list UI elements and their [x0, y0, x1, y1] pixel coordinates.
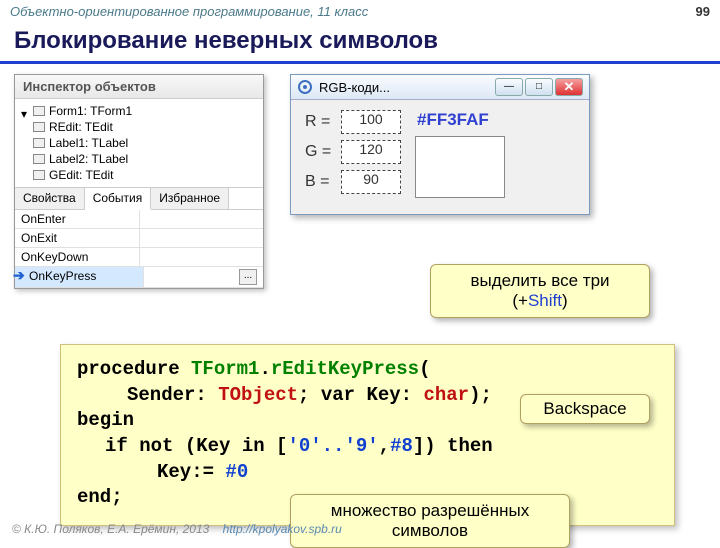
hex-label: #FF3FAF	[415, 110, 505, 130]
tree-item-label: Label2: TLabel	[49, 152, 128, 166]
tab-properties[interactable]: Свойства	[15, 188, 85, 209]
rgb-form-window: RGB-коди... — □ ✕ R = 100 G = 120 B = 90	[290, 74, 590, 215]
rgb-row-b: B = 90	[305, 170, 401, 194]
page-number: 99	[696, 4, 710, 19]
component-icon	[33, 122, 45, 132]
inspector-caption: Инспектор объектов	[15, 75, 263, 99]
r-input[interactable]: 100	[341, 110, 401, 134]
tree-item-label: GEdit: TEdit	[49, 168, 113, 182]
component-icon	[33, 170, 45, 180]
event-row[interactable]: OnEnter	[15, 210, 263, 229]
minimize-button[interactable]: —	[495, 78, 523, 96]
r-label: R =	[305, 113, 333, 131]
form-icon	[33, 106, 45, 116]
component-icon	[33, 138, 45, 148]
tree-item[interactable]: Label1: TLabel	[15, 135, 263, 151]
close-button[interactable]: ✕	[555, 78, 583, 96]
header-topic: Объектно-ориентированное программировани…	[10, 4, 368, 19]
event-row-selected[interactable]: ➔ OnKeyPress ...	[15, 267, 263, 288]
event-row[interactable]: OnExit	[15, 229, 263, 248]
footer-link[interactable]: http://kpolyakov.spb.ru	[223, 522, 342, 536]
expand-icon: ▾	[21, 107, 29, 115]
component-icon	[33, 154, 45, 164]
tree-item-label: REdit: TEdit	[49, 120, 113, 134]
rgb-row-g: G = 120	[305, 140, 401, 164]
object-inspector: Инспектор объектов ▾ Form1: TForm1 REdit…	[14, 74, 264, 289]
ellipsis-button[interactable]: ...	[239, 269, 257, 285]
maximize-button[interactable]: □	[525, 78, 553, 96]
tree-item[interactable]: GEdit: TEdit	[15, 167, 263, 183]
callout-backspace: Backspace	[520, 394, 650, 424]
inspector-tabs: Свойства События Избранное	[15, 187, 263, 209]
b-input[interactable]: 90	[341, 170, 401, 194]
footer: © К.Ю. Поляков, Е.А. Ерёмин, 2013 http:/…	[12, 522, 342, 536]
window-title: RGB-коди...	[319, 80, 489, 95]
event-name: OnKeyPress	[15, 267, 144, 287]
tree-item[interactable]: Label2: TLabel	[15, 151, 263, 167]
event-name: OnEnter	[15, 210, 140, 228]
tab-events[interactable]: События	[85, 188, 152, 210]
app-icon	[297, 79, 313, 95]
tree-item[interactable]: REdit: TEdit	[15, 119, 263, 135]
page-title: Блокирование неверных символов	[0, 23, 720, 64]
window-titlebar: RGB-коди... — □ ✕	[291, 75, 589, 100]
callout-select-all: выделить все три (+Shift)	[430, 264, 650, 318]
component-tree: ▾ Form1: TForm1 REdit: TEdit Label1: TLa…	[15, 99, 263, 187]
tree-item-label: Form1: TForm1	[49, 104, 132, 118]
event-name: OnKeyDown	[15, 248, 140, 266]
copyright: © К.Ю. Поляков, Е.А. Ерёмин, 2013	[12, 522, 209, 536]
g-label: G =	[305, 143, 333, 161]
rgb-row-r: R = 100	[305, 110, 401, 134]
tree-root[interactable]: ▾ Form1: TForm1	[15, 103, 263, 119]
b-label: B =	[305, 173, 333, 191]
tab-favorites[interactable]: Избранное	[151, 188, 229, 209]
tree-item-label: Label1: TLabel	[49, 136, 128, 150]
event-list: OnEnter OnExit OnKeyDown ➔ OnKeyPress ..…	[15, 209, 263, 288]
shift-key-text: Shift	[528, 291, 562, 310]
pointer-icon: ➔	[13, 267, 25, 284]
color-swatch	[415, 136, 505, 198]
event-row[interactable]: OnKeyDown	[15, 248, 263, 267]
g-input[interactable]: 120	[341, 140, 401, 164]
event-name: OnExit	[15, 229, 140, 247]
